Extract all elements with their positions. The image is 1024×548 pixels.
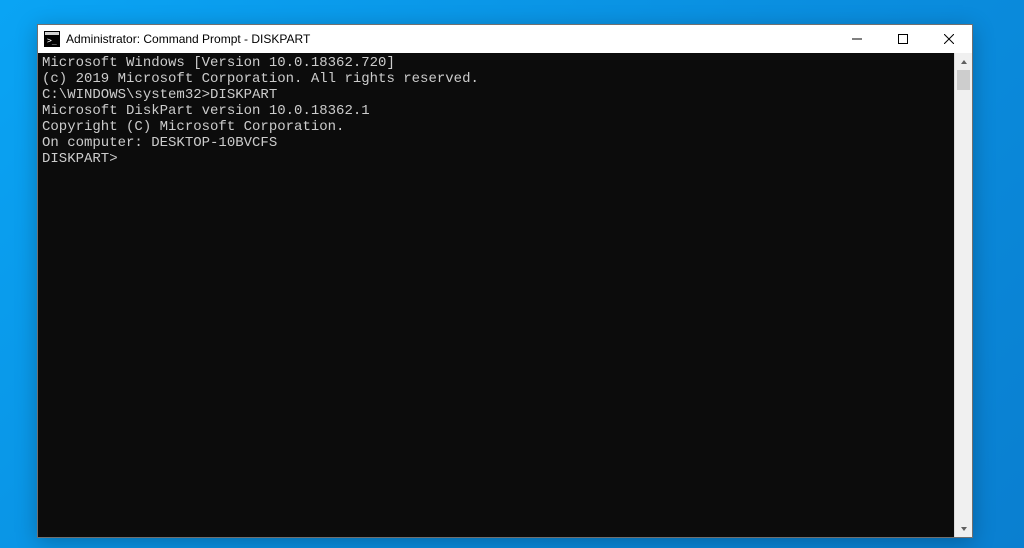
terminal-output[interactable]: Microsoft Windows [Version 10.0.18362.72…: [38, 53, 954, 537]
scroll-down-button[interactable]: [955, 520, 972, 537]
command-prompt-window: >_ Administrator: Command Prompt - DISKP…: [37, 24, 973, 538]
minimize-button[interactable]: [834, 25, 880, 53]
window-controls: [834, 25, 972, 53]
vertical-scrollbar[interactable]: [954, 53, 972, 537]
terminal-line: (c) 2019 Microsoft Corporation. All righ…: [42, 71, 954, 87]
terminal-line: On computer: DESKTOP-10BVCFS: [42, 135, 954, 151]
terminal-line: DISKPART>: [42, 151, 954, 167]
scroll-up-button[interactable]: [955, 53, 972, 70]
titlebar[interactable]: >_ Administrator: Command Prompt - DISKP…: [38, 25, 972, 53]
scrollbar-track[interactable]: [955, 70, 972, 520]
maximize-button[interactable]: [880, 25, 926, 53]
terminal-line: Microsoft DiskPart version 10.0.18362.1: [42, 103, 954, 119]
window-title: Administrator: Command Prompt - DISKPART: [66, 32, 310, 46]
terminal-line: Microsoft Windows [Version 10.0.18362.72…: [42, 55, 954, 71]
svg-text:>_: >_: [47, 36, 57, 45]
client-area: Microsoft Windows [Version 10.0.18362.72…: [38, 53, 972, 537]
scrollbar-thumb[interactable]: [957, 70, 970, 90]
terminal-line: Copyright (C) Microsoft Corporation.: [42, 119, 954, 135]
terminal-line: C:\WINDOWS\system32>DISKPART: [42, 87, 954, 103]
close-button[interactable]: [926, 25, 972, 53]
cmd-icon: >_: [44, 31, 60, 47]
